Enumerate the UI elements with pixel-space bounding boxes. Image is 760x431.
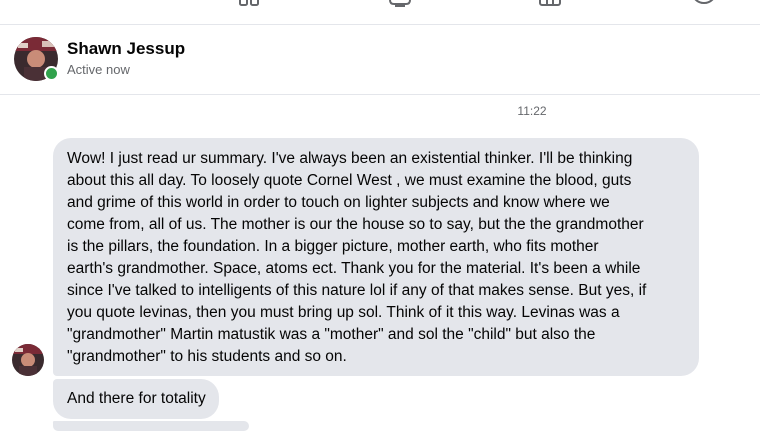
top-navigation-bar [0,0,760,25]
contact-status: Active now [67,62,130,77]
message-bubble[interactable]: And there for totality [53,379,219,419]
contact-name[interactable]: Shawn Jessup [67,39,185,59]
message-timestamp: 11:22 [517,104,547,118]
sender-avatar[interactable] [12,344,44,376]
grid-icon[interactable] [538,0,562,8]
circle-icon[interactable] [690,0,718,8]
inbox-icon[interactable] [388,0,412,8]
conversation-header: Shawn Jessup Active now [0,25,760,95]
message-bubble[interactable]: Wow! I just read ur summary. I've always… [53,138,699,376]
message-bubble-partial[interactable] [53,421,249,431]
columns-icon[interactable] [237,0,261,8]
online-status-dot [44,66,59,81]
